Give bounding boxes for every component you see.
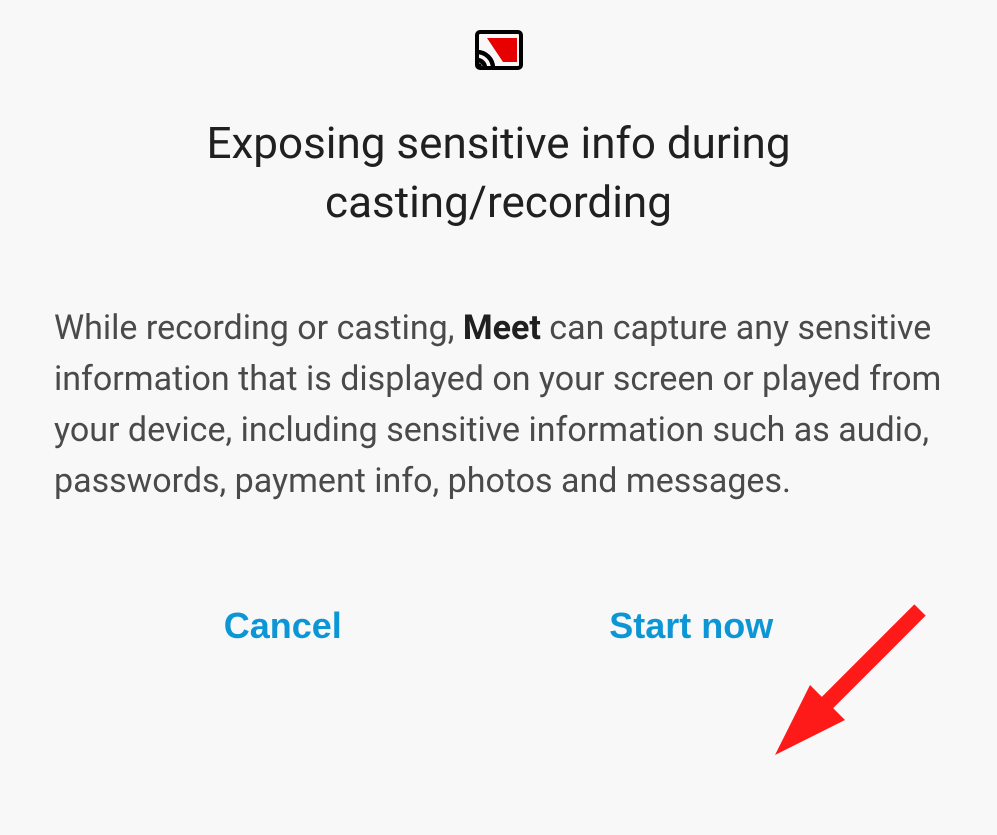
dialog-body: While recording or casting, Meet can cap… xyxy=(50,303,947,507)
body-text-before: While recording or casting, xyxy=(54,308,463,348)
cancel-button[interactable]: Cancel xyxy=(208,597,358,655)
icon-container xyxy=(50,30,947,74)
body-text-appname: Meet xyxy=(463,308,541,348)
cast-record-icon xyxy=(475,30,523,74)
permission-dialog: Exposing sensitive info during casting/r… xyxy=(0,0,997,835)
start-now-button[interactable]: Start now xyxy=(593,597,789,655)
dialog-title: Exposing sensitive info during casting/r… xyxy=(50,114,947,233)
button-row: Cancel Start now xyxy=(50,597,947,655)
